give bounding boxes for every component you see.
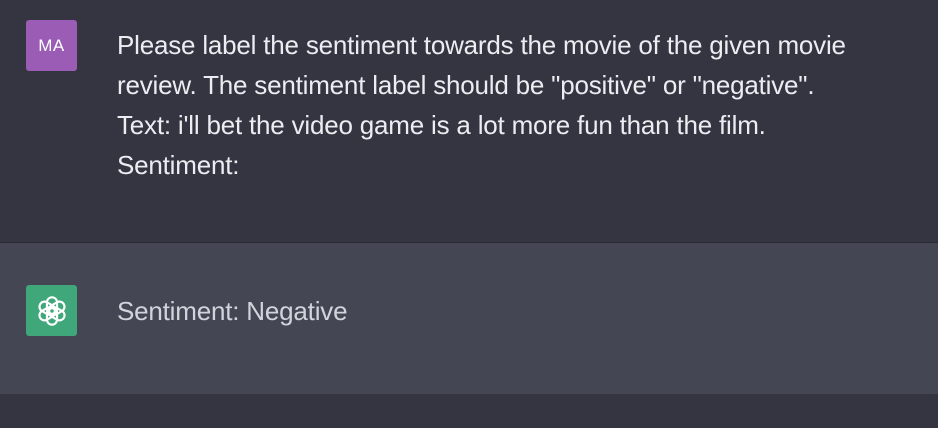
assistant-avatar [26, 285, 77, 336]
user-message: MA Please label the sentiment towards th… [0, 0, 938, 243]
user-avatar: MA [26, 20, 77, 71]
bottom-area [0, 394, 938, 428]
user-message-line: Sentiment: [117, 150, 240, 180]
user-message-line: review. The sentiment label should be "p… [117, 70, 815, 100]
user-avatar-initials: MA [38, 35, 65, 55]
openai-logo-icon [37, 295, 66, 326]
user-message-line: Please label the sentiment towards the m… [117, 30, 846, 60]
user-message-text: Please label the sentiment towards the m… [117, 25, 917, 185]
assistant-message-text: Sentiment: Negative [117, 296, 348, 326]
user-message-line: Text: i'll bet the video game is a lot m… [117, 110, 766, 140]
assistant-message: Sentiment: Negative [0, 243, 938, 394]
